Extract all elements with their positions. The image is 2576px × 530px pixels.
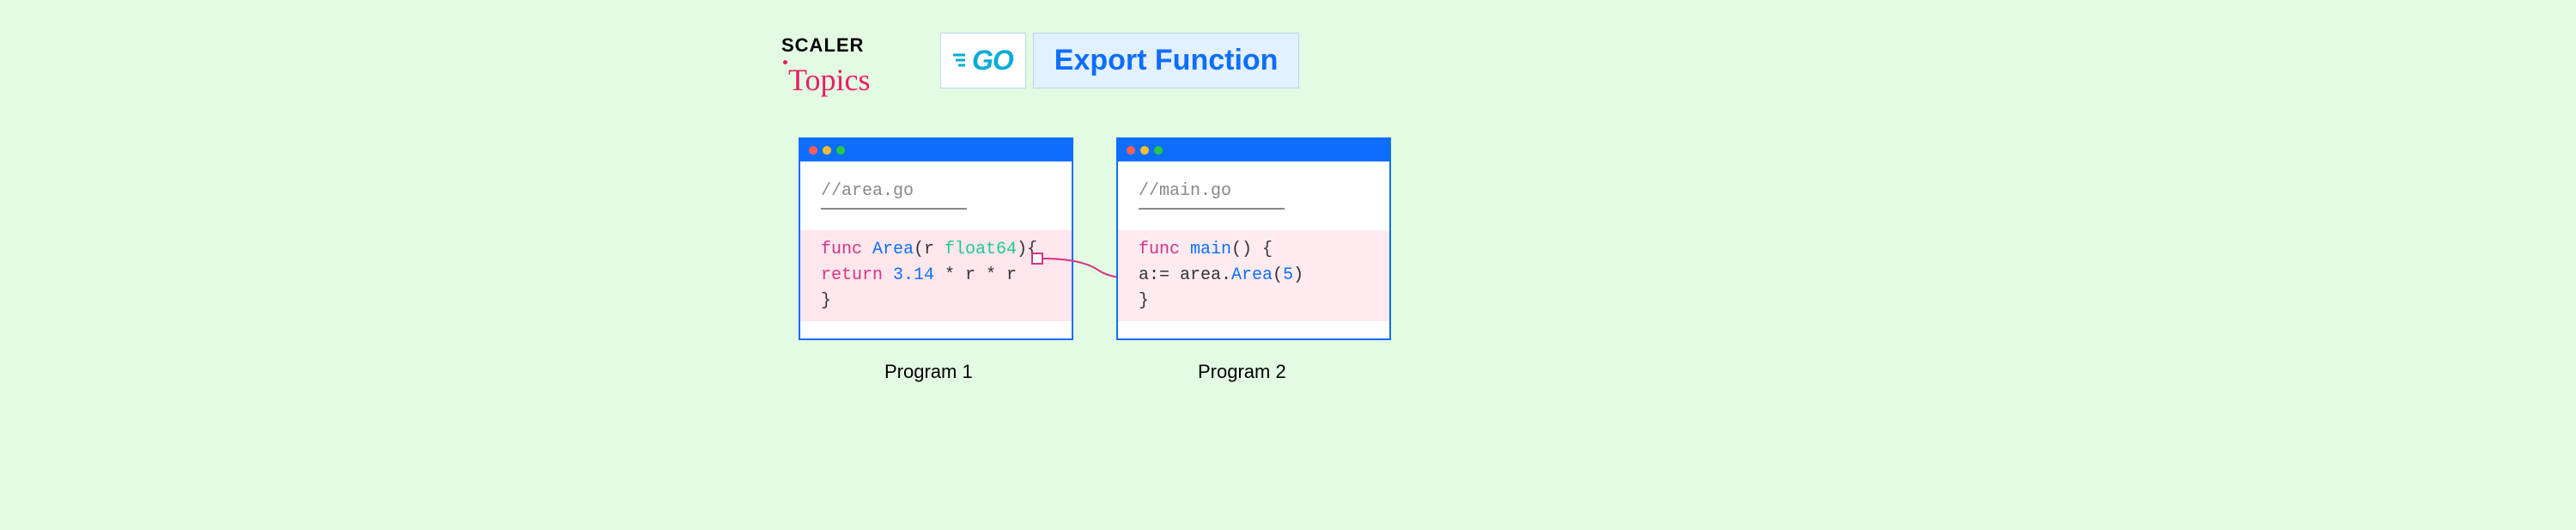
minimize-dot-icon (823, 146, 831, 155)
code-line-1: func main() { (1139, 237, 1369, 263)
go-speed-lines-icon (953, 50, 969, 71)
code-comment: //area.go (800, 179, 1072, 204)
code-line-3: } (1139, 289, 1369, 314)
brand-scaler-text: SCALER (781, 34, 870, 57)
comment-underline (821, 208, 967, 210)
highlighted-code-block: func main() { a:= area.Area(5) } (1118, 230, 1389, 321)
code-line-3: } (821, 289, 1051, 314)
window-titlebar (800, 139, 1072, 161)
code-area: //main.go func main() { a:= area.Area(5)… (1118, 161, 1389, 338)
code-line-1: func Area(r float64){ (821, 237, 1051, 263)
program-2-window: //main.go func main() { a:= area.Area(5)… (1116, 137, 1391, 340)
brand-dot-icon (783, 60, 787, 64)
comment-underline (1139, 208, 1285, 210)
go-logo-badge: GO (940, 33, 1026, 88)
brand-topics-text: Topics (788, 62, 870, 98)
minimize-dot-icon (1140, 146, 1149, 155)
program-1-window: //area.go func Area(r float64){ return 3… (799, 137, 1073, 340)
page-title: Export Function (1054, 44, 1279, 76)
go-logo-text: GO (972, 45, 1013, 76)
close-dot-icon (809, 146, 817, 155)
window-titlebar (1118, 139, 1389, 161)
close-dot-icon (1127, 146, 1135, 155)
program-2-label: Program 2 (1198, 361, 1286, 383)
maximize-dot-icon (836, 146, 845, 155)
code-comment: //main.go (1118, 179, 1389, 204)
maximize-dot-icon (1154, 146, 1163, 155)
code-line-2: a:= area.Area(5) (1139, 263, 1369, 289)
brand-logo: SCALER Topics (781, 34, 870, 98)
code-line-2: return 3.14 * r * r (821, 263, 1051, 289)
diagram-canvas: SCALER Topics GO Export Function //area.… (773, 0, 1803, 530)
title-group: GO Export Function (940, 33, 1299, 88)
title-box: Export Function (1033, 33, 1300, 88)
program-1-label: Program 1 (884, 361, 973, 383)
